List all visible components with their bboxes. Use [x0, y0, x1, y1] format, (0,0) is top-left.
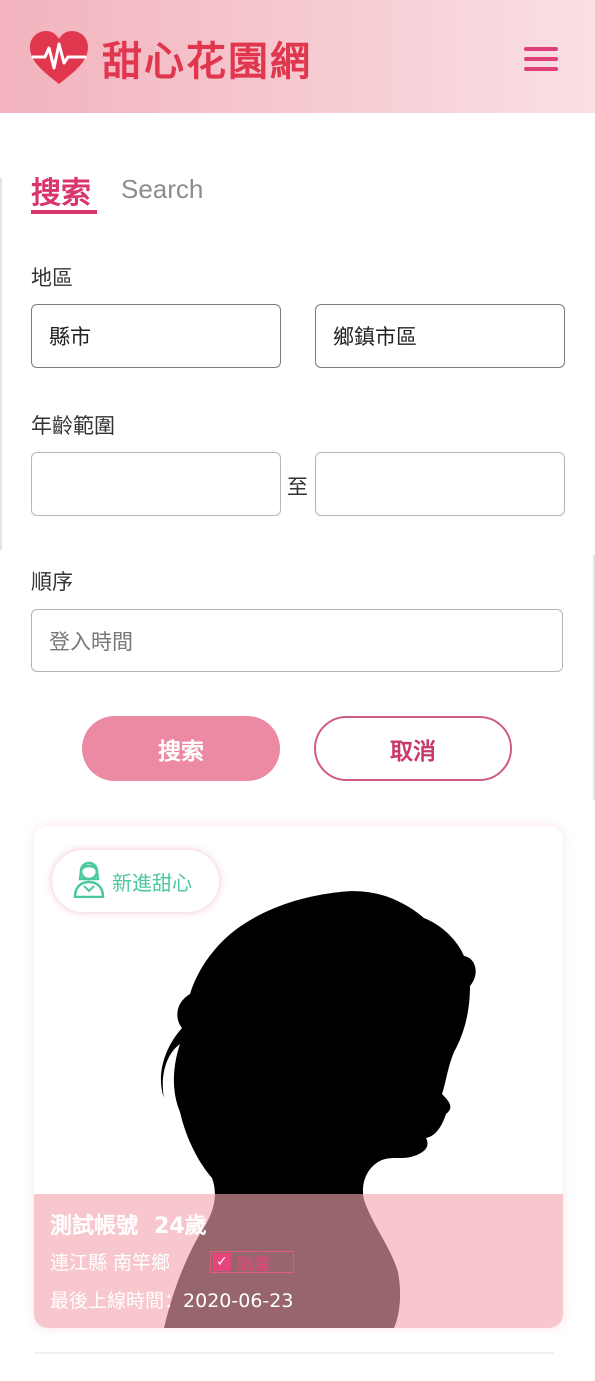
age-min-input[interactable] — [31, 452, 281, 516]
search-title-zh: 搜索 — [31, 176, 91, 211]
city-select[interactable]: 縣市 — [31, 304, 281, 368]
job-tag-label: 職業 — [237, 1254, 271, 1275]
search-title-en: Search — [121, 174, 204, 204]
new-member-badge: 新進甜心 — [52, 850, 219, 912]
last-login-row: 最後上線時間：2020-06-23 — [50, 1286, 293, 1313]
order-label: 順序 — [31, 570, 73, 594]
profile-age: 24歲 — [154, 1214, 207, 1239]
new-member-text: 新進甜心 — [112, 870, 192, 895]
heart-pulse-icon — [28, 30, 90, 86]
checkmark-icon: ✓ — [213, 1253, 231, 1271]
district-select-text: 鄉鎮市區 — [333, 325, 417, 349]
bottom-divider — [34, 1352, 554, 1354]
user-female-icon — [72, 860, 106, 902]
profile-card[interactable]: 新進甜心 測試帳號 24歲 連江縣 南竿鄉 ✓ 職業 最後上線時間：2020-06… — [34, 826, 563, 1328]
age-range-label: 年齡範圍 — [31, 414, 115, 438]
last-login-value: 2020-06-23 — [183, 1290, 294, 1312]
profile-info-overlay: 測試帳號 24歲 連江縣 南竿鄉 ✓ 職業 最後上線時間：2020-06-23 — [34, 1194, 563, 1328]
age-separator: 至 — [287, 475, 308, 499]
city-select-text: 縣市 — [49, 325, 91, 349]
region-label: 地區 — [31, 266, 73, 290]
site-name: 甜心花園網 — [102, 39, 312, 85]
order-select-text: 登入時間 — [49, 629, 133, 654]
site-logo[interactable]: 甜心花園網 — [28, 28, 312, 88]
title-underline — [31, 210, 97, 214]
profile-name: 測試帳號 — [50, 1214, 139, 1239]
profile-name-row: 測試帳號 24歲 — [50, 1208, 207, 1240]
hamburger-menu-icon[interactable] — [524, 47, 558, 75]
site-header: 甜心花園網 — [0, 0, 595, 113]
profile-location: 連江縣 南竿鄉 — [50, 1252, 171, 1274]
job-tag: ✓ 職業 — [210, 1251, 294, 1275]
cancel-button[interactable]: 取消 — [314, 716, 512, 781]
age-max-input[interactable] — [315, 452, 565, 516]
district-select[interactable]: 鄉鎮市區 — [315, 304, 565, 368]
order-select[interactable]: 登入時間 — [31, 609, 563, 672]
last-login-label: 最後上線時間： — [50, 1290, 184, 1312]
left-divider — [0, 178, 2, 550]
search-button[interactable]: 搜索 — [82, 716, 280, 781]
